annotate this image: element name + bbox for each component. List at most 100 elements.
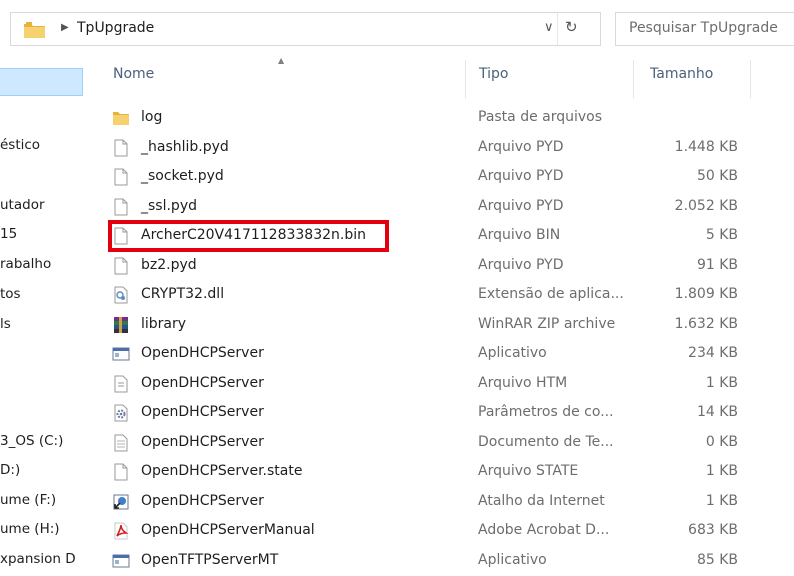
file-name: OpenDHCPServer: [141, 433, 264, 450]
file-name: log: [141, 109, 163, 125]
file-size: 1.448 KB: [674, 138, 738, 155]
sidebar-item[interactable]: xpansion D: [0, 551, 90, 567]
file-type: Arquivo PYD: [478, 168, 564, 184]
file-icon: [112, 257, 130, 275]
file-name: library: [141, 315, 187, 332]
file-row[interactable]: OpenDHCPServerManual Adobe Acrobat D... 68…: [100, 517, 760, 546]
text-document-icon: [112, 434, 130, 452]
file-type: Aplicativo: [478, 345, 547, 361]
sidebar-item[interactable]: utador: [0, 197, 90, 213]
file-name: OpenDHCPServer: [141, 404, 264, 420]
file-type: Arquivo STATE: [478, 463, 579, 479]
column-header-size[interactable]: Tamanho: [650, 66, 713, 82]
file-size: 234 KB: [688, 345, 738, 361]
file-row[interactable]: OpenTFTPServerMT Aplicativo 85 KB: [100, 547, 760, 576]
file-type: Aplicativo: [478, 551, 547, 568]
file-row[interactable]: OpenDHCPServer Documento de Te... 0 KB: [100, 429, 760, 458]
file-size: 0 KB: [705, 433, 738, 450]
file-type: Arquivo PYD: [478, 197, 564, 214]
refresh-icon[interactable]: ↻: [565, 18, 578, 36]
file-name: OpenDHCPServer: [141, 345, 264, 361]
file-name: _ssl.pyd: [141, 197, 197, 214]
chevron-right-icon: ▶: [61, 22, 69, 33]
file-row[interactable]: library WinRAR ZIP archive 1.632 KB: [100, 311, 760, 340]
file-size: 1.632 KB: [674, 315, 738, 332]
address-divider: [557, 13, 558, 45]
chevron-down-icon[interactable]: ∨: [544, 20, 554, 35]
breadcrumb-tpupgrade[interactable]: TpUpgrade: [77, 20, 154, 36]
highlight-box: [108, 220, 389, 252]
sidebar-item[interactable]: 15: [0, 226, 90, 242]
column-header-type[interactable]: Tipo: [479, 66, 508, 82]
application-icon: [112, 345, 130, 363]
sidebar-item[interactable]: ls: [0, 316, 90, 332]
file-size: 91 KB: [696, 256, 738, 273]
file-row[interactable]: OpenDHCPServer Aplicativo 234 KB: [100, 340, 760, 369]
file-name: OpenDHCPServer: [141, 374, 264, 391]
file-size: 1 KB: [705, 463, 738, 479]
application-icon: [112, 552, 130, 570]
sidebar-item[interactable]: ume (F:): [0, 492, 90, 508]
file-size: 1 KB: [705, 374, 738, 391]
search-box[interactable]: Pesquisar TpUpgrade: [615, 12, 794, 46]
file-name: _socket.pyd: [141, 168, 224, 184]
file-size: 14 KB: [696, 404, 738, 420]
folder-icon: [23, 21, 47, 43]
sidebar-item[interactable]: rabalho: [0, 256, 90, 272]
file-icon: [112, 139, 130, 157]
file-name: OpenDHCPServerManual: [141, 522, 315, 538]
search-placeholder: Pesquisar TpUpgrade: [629, 20, 778, 36]
file-row[interactable]: _ssl.pyd Arquivo PYD 2.052 KB: [100, 193, 760, 222]
file-type: Atalho da Internet: [478, 492, 605, 509]
file-name: OpenTFTPServerMT: [141, 551, 279, 568]
file-type: Parâmetros de co...: [478, 404, 614, 420]
sidebar-selected-item[interactable]: [0, 68, 83, 96]
file-name: bz2.pyd: [141, 256, 197, 273]
file-icon: [112, 168, 130, 186]
column-header-name[interactable]: Nome: [113, 66, 154, 82]
file-row[interactable]: _socket.pyd Arquivo PYD 50 KB: [100, 163, 760, 192]
address-bar[interactable]: ▶ TpUpgrade ∨ ↻: [10, 12, 601, 46]
file-icon: [112, 463, 130, 481]
sidebar-item[interactable]: D:): [0, 462, 90, 478]
file-row[interactable]: _hashlib.pyd Arquivo PYD 1.448 KB: [100, 134, 760, 163]
file-row[interactable]: OpenDHCPServer Arquivo HTM 1 KB: [100, 370, 760, 399]
file-type: Extensão de aplica...: [478, 286, 624, 302]
column-divider[interactable]: [750, 60, 751, 98]
file-size: 85 KB: [696, 551, 738, 568]
file-name: CRYPT32.dll: [141, 286, 225, 302]
file-type: WinRAR ZIP archive: [478, 315, 616, 332]
dll-icon: [112, 286, 130, 304]
file-type: Adobe Acrobat D...: [478, 522, 610, 538]
file-type: Arquivo HTM: [478, 374, 568, 391]
file-name: _hashlib.pyd: [141, 138, 229, 155]
sidebar-item[interactable]: tos: [0, 286, 90, 302]
file-size: 1 KB: [705, 492, 738, 509]
folder-icon: [112, 109, 130, 127]
sidebar-item[interactable]: ume (H:): [0, 521, 90, 537]
pdf-icon: [112, 522, 130, 540]
file-row[interactable]: OpenDHCPServer.state Arquivo STATE 1 KB: [100, 458, 760, 487]
file-row[interactable]: OpenDHCPServer Atalho da Internet 1 KB: [100, 488, 760, 517]
file-row[interactable]: bz2.pyd Arquivo PYD 91 KB: [100, 252, 760, 281]
internet-shortcut-icon: [112, 493, 130, 511]
file-size: 1.809 KB: [674, 286, 738, 302]
winrar-icon: [112, 316, 130, 334]
sidebar-item[interactable]: éstico: [0, 137, 90, 153]
file-size: 50 KB: [696, 168, 738, 184]
file-type: Documento de Te...: [478, 433, 614, 450]
file-row[interactable]: OpenDHCPServer Parâmetros de co... 14 KB: [100, 399, 760, 428]
file-type: Pasta de arquivos: [478, 109, 603, 125]
file-row[interactable]: CRYPT32.dll Extensão de aplica... 1.809 KB: [100, 281, 760, 310]
sort-up-icon: ▲: [278, 56, 285, 65]
htm-file-icon: [112, 375, 130, 393]
file-type: Arquivo PYD: [478, 138, 564, 155]
sidebar-item[interactable]: 3_OS (C:): [0, 433, 90, 449]
file-type: Arquivo PYD: [478, 256, 564, 273]
settings-file-icon: [112, 404, 130, 422]
column-divider[interactable]: [465, 60, 466, 98]
file-type: Arquivo BIN: [478, 227, 561, 243]
file-icon: [112, 198, 130, 216]
file-row[interactable]: log Pasta de arquivos: [100, 104, 760, 133]
column-divider[interactable]: [633, 60, 634, 98]
